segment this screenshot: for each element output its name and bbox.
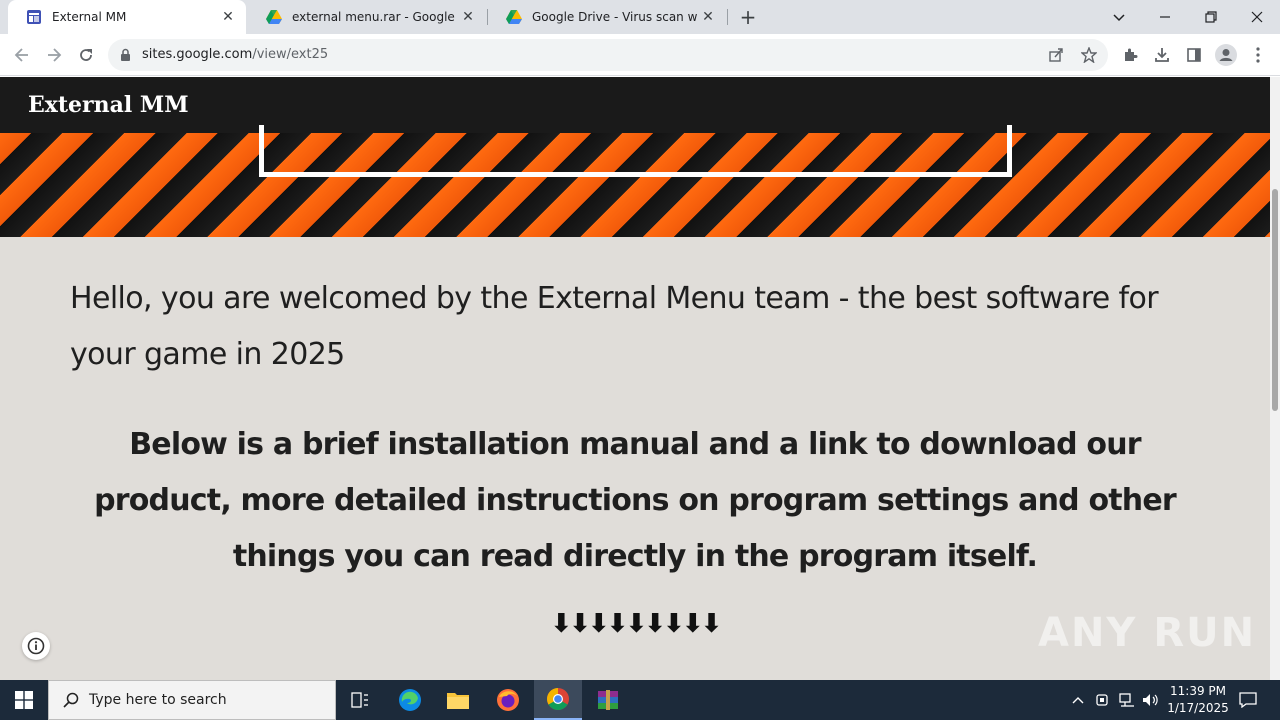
windows-logo-icon: [15, 691, 33, 709]
minimize-button[interactable]: [1142, 0, 1188, 34]
windows-taskbar: Type here to search 11:39 PM 1/17/2025: [0, 680, 1280, 720]
back-button[interactable]: [8, 41, 36, 69]
page-viewport: External MM Hello, you are welcomed by t…: [0, 77, 1280, 680]
google-sites-icon: [27, 10, 41, 24]
side-panel-icon[interactable]: [1180, 41, 1208, 69]
notification-icon[interactable]: [1234, 680, 1262, 720]
striped-banner: [0, 125, 1270, 237]
tab-strip: External MM ✕ external menu.rar - Google…: [0, 0, 1280, 34]
tray-chevron-up-icon[interactable]: [1068, 680, 1088, 720]
menu-kebab-icon[interactable]: [1244, 41, 1272, 69]
close-window-button[interactable]: [1234, 0, 1280, 34]
taskbar-search[interactable]: Type here to search: [48, 680, 336, 720]
task-view-icon[interactable]: [336, 680, 384, 720]
tab-title: Google Drive - Virus scan warnin: [532, 10, 698, 24]
edge-browser-icon[interactable]: [386, 680, 434, 720]
network-icon[interactable]: [1116, 680, 1138, 720]
bookmark-star-icon[interactable]: [1081, 47, 1097, 63]
url-text: sites.google.com/view/ext25: [142, 47, 328, 62]
info-icon: [27, 637, 45, 655]
google-drive-icon: [266, 10, 282, 24]
firefox-icon[interactable]: [484, 680, 532, 720]
tab-external-menu-rar[interactable]: external menu.rar - Google Drive ✕: [248, 0, 486, 34]
anyrun-watermark: ANY RUN: [1038, 610, 1257, 656]
site-title[interactable]: External MM: [28, 92, 189, 118]
address-bar[interactable]: sites.google.com/view/ext25: [108, 39, 1108, 71]
search-icon: [63, 692, 79, 708]
new-tab-button[interactable]: +: [736, 5, 760, 29]
close-tab-icon[interactable]: ✕: [698, 7, 718, 27]
instructions-paragraph: Below is a brief installation manual and…: [94, 427, 1177, 574]
tab-external-mm[interactable]: External MM ✕: [8, 0, 246, 34]
tab-title: external menu.rar - Google Drive: [292, 10, 458, 24]
file-explorer-icon[interactable]: [434, 680, 482, 720]
close-tab-icon[interactable]: ✕: [218, 7, 238, 27]
profile-avatar-icon[interactable]: [1212, 41, 1240, 69]
tray-device-icon[interactable]: [1092, 680, 1112, 720]
tab-separator: [727, 9, 728, 25]
clock-date: 1/17/2025: [1167, 701, 1229, 715]
winrar-icon[interactable]: [584, 680, 632, 720]
chrome-taskbar-icon[interactable]: [534, 680, 582, 720]
share-icon[interactable]: [1048, 47, 1064, 63]
clock-time: 11:39 PM: [1170, 684, 1226, 698]
scrollbar-thumb[interactable]: [1272, 189, 1278, 411]
google-drive-icon: [506, 10, 522, 24]
lock-icon: [121, 48, 130, 61]
search-placeholder: Type here to search: [89, 692, 227, 708]
forward-button[interactable]: [40, 41, 68, 69]
restore-button[interactable]: [1188, 0, 1234, 34]
taskbar-clock[interactable]: 11:39 PM 1/17/2025: [1160, 683, 1236, 717]
extensions-icon[interactable]: [1116, 41, 1144, 69]
info-button[interactable]: [22, 632, 50, 660]
close-tab-icon[interactable]: ✕: [458, 7, 478, 27]
url-host: sites.google.com: [142, 47, 253, 62]
tab-virus-scan-warning[interactable]: Google Drive - Virus scan warnin ✕: [488, 0, 726, 34]
start-button[interactable]: [0, 680, 48, 720]
tab-title: External MM: [52, 10, 127, 24]
volume-icon[interactable]: [1140, 680, 1162, 720]
reload-button[interactable]: [72, 41, 100, 69]
tab-search-chevron-icon[interactable]: [1096, 0, 1142, 34]
browser-toolbar: sites.google.com/view/ext25: [0, 34, 1280, 76]
welcome-paragraph: Hello, you are welcomed by the External …: [70, 281, 1159, 372]
url-path: /view/ext25: [252, 47, 329, 62]
banner-frame: [259, 125, 1012, 177]
download-icon[interactable]: [1148, 41, 1176, 69]
